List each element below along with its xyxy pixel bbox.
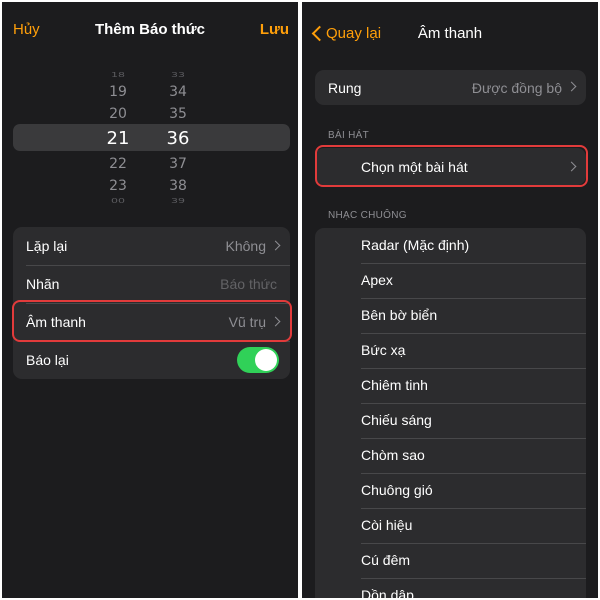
add-alarm-screen: Hủy Thêm Báo thức Lưu 18 19 20 21 22 23 … bbox=[2, 2, 298, 598]
picker-value: 23 bbox=[109, 178, 127, 194]
ringtone-label: Chiếu sáng bbox=[361, 412, 432, 428]
picker-value: 33 bbox=[171, 70, 185, 79]
vibration-label: Rung bbox=[328, 80, 362, 96]
songs-group: Chọn một bài hát bbox=[315, 148, 586, 185]
chevron-right-icon bbox=[566, 161, 577, 172]
snooze-row: Báo lại bbox=[13, 341, 290, 379]
toggle-knob bbox=[255, 349, 277, 371]
label-input[interactable]: Báo thức bbox=[220, 276, 277, 292]
chevron-right-icon bbox=[270, 240, 281, 251]
picker-value: 37 bbox=[169, 156, 187, 172]
ringtone-label: Chiêm tinh bbox=[361, 377, 428, 393]
picker-value: 20 bbox=[109, 106, 127, 122]
sound-screen: Quay lại Âm thanh Rung Được đồng bộ BÀI … bbox=[302, 2, 598, 598]
page-title: Thêm Báo thức bbox=[94, 21, 206, 38]
list-item[interactable]: Radar (Mặc định) bbox=[315, 228, 586, 263]
picker-value: 00 bbox=[111, 196, 125, 205]
list-item[interactable]: Dồn dập bbox=[315, 578, 586, 598]
alarm-settings-group: Lặp lại Không Nhãn Báo thức Âm thanh Vũ … bbox=[13, 227, 290, 379]
vibration-value: Được đồng bộ bbox=[471, 80, 562, 96]
vibration-group: Rung Được đồng bộ bbox=[315, 70, 586, 105]
ringtone-label: Còi hiệu bbox=[361, 517, 413, 533]
save-button[interactable]: Lưu bbox=[260, 21, 289, 38]
list-item[interactable]: Bức xạ bbox=[315, 333, 586, 368]
ringtones-list: Radar (Mặc định) Apex Bên bờ biển Bức xạ… bbox=[315, 228, 586, 598]
picker-value: 19 bbox=[109, 84, 127, 100]
repeat-row[interactable]: Lặp lại Không bbox=[13, 227, 290, 265]
picker-selected-minute: 36 bbox=[166, 128, 190, 149]
picker-selection-band bbox=[13, 124, 290, 151]
picker-value: 18 bbox=[111, 70, 125, 79]
sound-row[interactable]: Âm thanh Vũ trụ bbox=[13, 303, 290, 341]
label-row[interactable]: Nhãn Báo thức bbox=[13, 265, 290, 303]
list-item[interactable]: Chuông gió bbox=[315, 473, 586, 508]
picker-value: 38 bbox=[169, 178, 187, 194]
snooze-toggle[interactable] bbox=[237, 347, 279, 373]
list-item[interactable]: Cú đêm bbox=[315, 543, 586, 578]
ringtones-section-header: NHẠC CHUÔNG bbox=[328, 210, 407, 221]
chevron-right-icon bbox=[270, 316, 281, 327]
picker-selected-hour: 21 bbox=[106, 128, 130, 149]
label-label: Nhãn bbox=[26, 276, 60, 292]
sound-value: Vũ trụ bbox=[228, 314, 266, 330]
repeat-label: Lặp lại bbox=[26, 238, 68, 254]
picker-value: 34 bbox=[169, 84, 187, 100]
list-item[interactable]: Chiếu sáng bbox=[315, 403, 586, 438]
list-item[interactable]: Bên bờ biển bbox=[315, 298, 586, 333]
page-title: Âm thanh bbox=[417, 25, 483, 42]
picker-value: 35 bbox=[169, 106, 187, 122]
ringtone-label: Apex bbox=[361, 272, 393, 288]
ringtone-label: Dồn dập bbox=[361, 587, 414, 598]
pick-song-row[interactable]: Chọn một bài hát bbox=[315, 148, 586, 185]
picker-value: 39 bbox=[171, 196, 185, 205]
pick-song-label: Chọn một bài hát bbox=[361, 159, 468, 175]
screenshot-frame: Hủy Thêm Báo thức Lưu 18 19 20 21 22 23 … bbox=[0, 0, 600, 600]
ringtone-label: Chuông gió bbox=[361, 482, 433, 498]
list-item[interactable]: Chòm sao bbox=[315, 438, 586, 473]
ringtone-label: Chòm sao bbox=[361, 447, 425, 463]
list-item[interactable]: Apex bbox=[315, 263, 586, 298]
chevron-right-icon bbox=[566, 81, 577, 92]
snooze-label: Báo lại bbox=[26, 352, 69, 368]
sound-label: Âm thanh bbox=[26, 314, 86, 330]
picker-value: 22 bbox=[109, 156, 127, 172]
repeat-value: Không bbox=[225, 238, 266, 254]
ringtone-label: Cú đêm bbox=[361, 552, 411, 568]
ringtone-label: Bên bờ biển bbox=[361, 307, 438, 323]
ringtone-label: Bức xạ bbox=[361, 342, 406, 358]
vibration-row[interactable]: Rung Được đồng bộ bbox=[315, 70, 586, 105]
list-item[interactable]: Còi hiệu bbox=[315, 508, 586, 543]
ringtone-label: Radar (Mặc định) bbox=[361, 237, 470, 253]
songs-section-header: BÀI HÁT bbox=[328, 130, 369, 141]
list-item[interactable]: Chiêm tinh bbox=[315, 368, 586, 403]
